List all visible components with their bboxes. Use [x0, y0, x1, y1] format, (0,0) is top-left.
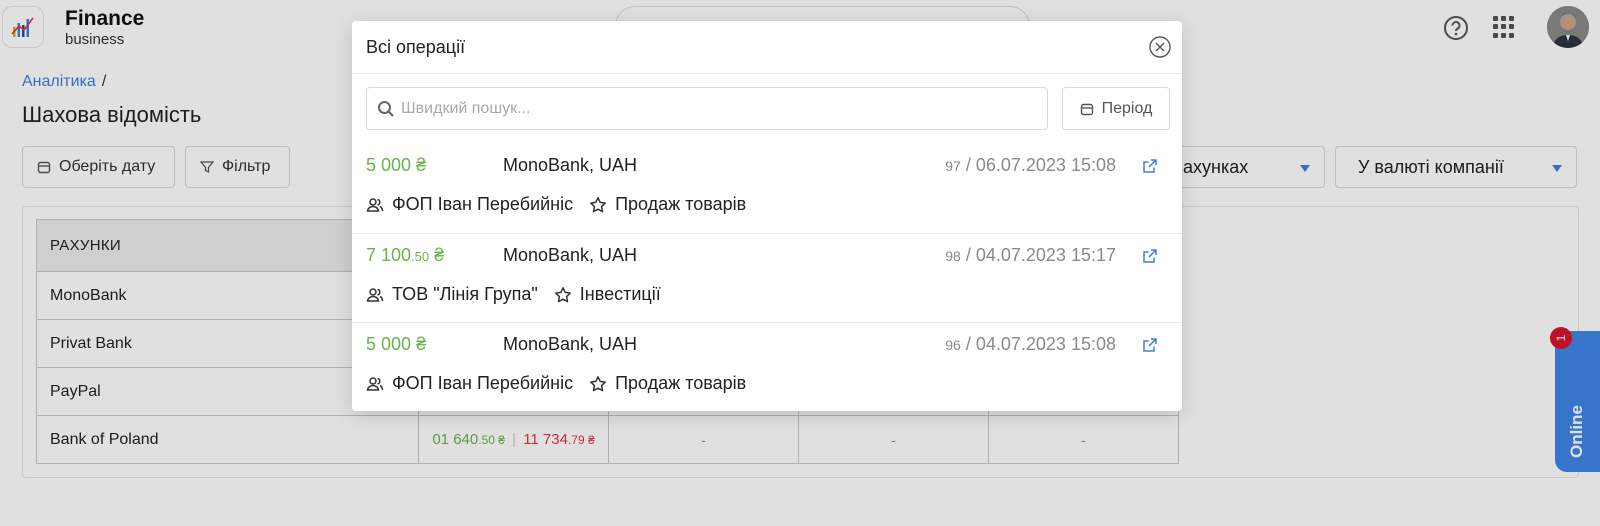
operation-item[interactable]: 7 100.50 ₴ MonoBank, UAH 98 / 04.07.2023…: [352, 234, 1182, 323]
operation-details: ТОВ "Лінія Група" Інвестиції: [366, 284, 661, 305]
period-button[interactable]: Період: [1062, 87, 1170, 130]
operation-meta: 96 / 04.07.2023 15:08: [945, 334, 1116, 354]
operation-details: ФОП Іван Перебийніс Продаж товарів: [366, 373, 746, 394]
operation-item[interactable]: 5 000 ₴ MonoBank, UAH 97 / 06.07.2023 15…: [352, 144, 1182, 233]
modal-title: Всі операції: [366, 37, 466, 57]
modal-header: Всі операції: [352, 21, 1182, 74]
category-label: Продаж товарів: [615, 373, 747, 393]
operation-bank: MonoBank, UAH: [503, 245, 638, 265]
operation-amount: 5 000 ₴: [366, 334, 427, 354]
category-label: Продаж товарів: [615, 194, 747, 214]
period-label: Період: [1101, 99, 1153, 117]
operation-meta: 97 / 06.07.2023 15:08: [945, 155, 1116, 175]
operation-amount: 7 100.50 ₴: [366, 245, 445, 265]
search-icon: [378, 101, 394, 117]
external-link-icon[interactable]: [1142, 337, 1158, 353]
external-link-icon[interactable]: [1142, 158, 1158, 174]
category-label: Інвестиції: [579, 284, 661, 304]
counterparty-label: ФОП Іван Перебийніс: [392, 373, 574, 393]
operation-item[interactable]: 5 000 ₴ MonoBank, UAH 96 / 04.07.2023 15…: [352, 323, 1182, 412]
operation-bank: MonoBank, UAH: [503, 155, 638, 175]
calendar-icon: [1080, 103, 1093, 115]
users-icon: [366, 376, 384, 391]
quick-search-input[interactable]: [401, 88, 1031, 129]
counterparty-label: ТОВ "Лінія Група": [392, 284, 538, 304]
all-operations-modal: Всі операції Період 5 000 ₴ MonoBank, UA…: [352, 21, 1182, 411]
operation-amount: 5 000 ₴: [366, 155, 427, 175]
star-icon: [590, 375, 607, 391]
counterparty-label: ФОП Іван Перебийніс: [392, 194, 574, 214]
users-icon: [366, 287, 384, 302]
close-icon[interactable]: [1149, 36, 1171, 58]
users-icon: [366, 197, 384, 212]
quick-search-field[interactable]: [366, 87, 1048, 130]
operation-bank: MonoBank, UAH: [503, 334, 638, 354]
star-icon: [554, 286, 571, 302]
operation-meta: 98 / 04.07.2023 15:17: [945, 245, 1116, 265]
external-link-icon[interactable]: [1142, 248, 1158, 264]
operation-details: ФОП Іван Перебийніс Продаж товарів: [366, 194, 746, 215]
star-icon: [590, 196, 607, 212]
